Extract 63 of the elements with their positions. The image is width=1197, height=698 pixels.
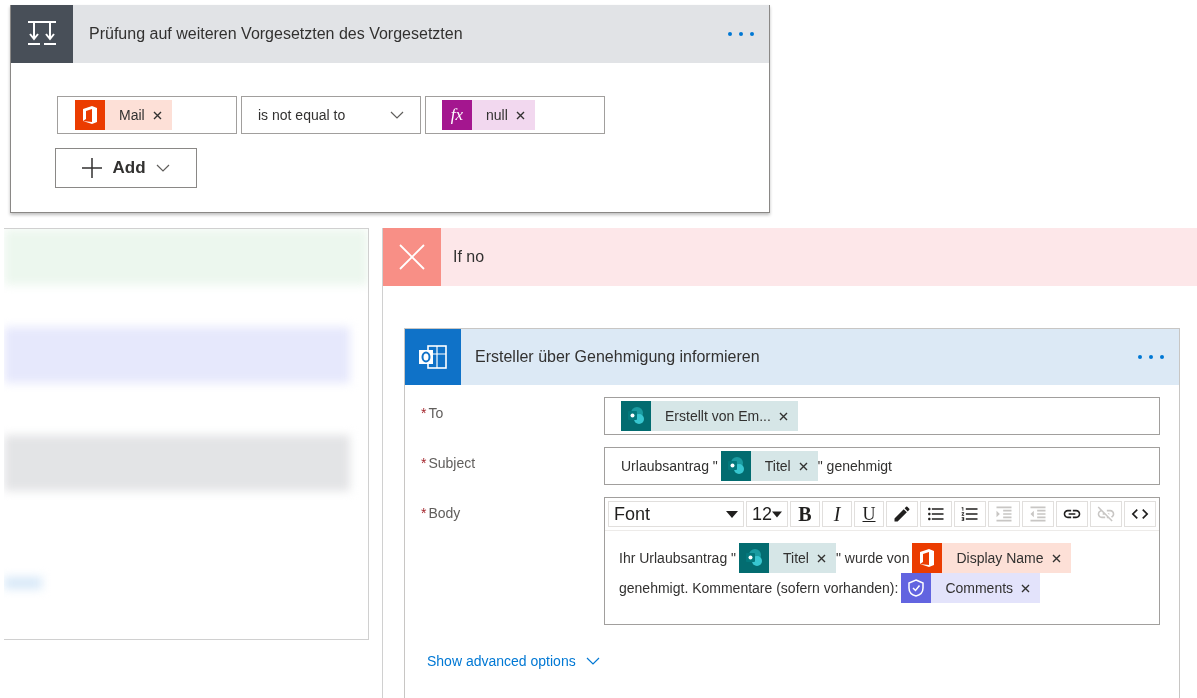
caret-down-icon [726, 510, 738, 518]
field-label: *To [421, 404, 445, 423]
field-label: *Body [421, 504, 462, 523]
numbers-icon [960, 504, 980, 524]
body-text: genehmigt. Kommentare (sofern vorhanden): [619, 580, 900, 596]
dynamic-content-token[interactable]: Titel [720, 451, 818, 481]
font-dropdown[interactable]: Font [608, 501, 744, 527]
condition-value-field[interactable]: fx null [425, 96, 605, 134]
plus-icon [82, 158, 103, 178]
code-button[interactable] [1124, 501, 1156, 527]
remove-icon[interactable] [778, 411, 788, 421]
chevron-down-icon [155, 164, 170, 172]
dynamic-content-token[interactable]: Display Name [912, 543, 1071, 573]
remove-icon[interactable] [816, 553, 826, 563]
bullets-button[interactable] [920, 501, 952, 527]
app-logo-icon [739, 543, 770, 573]
dynamic-content-token[interactable]: fx null [442, 100, 535, 130]
pen-button[interactable] [886, 501, 918, 527]
numbers-button[interactable] [954, 501, 986, 527]
bold-button[interactable]: B [790, 501, 820, 527]
input-field[interactable]: Erstellt von Em... [604, 397, 1160, 435]
dynamic-content-token[interactable]: Erstellt von Em... [621, 401, 798, 431]
underline-button[interactable]: U [854, 501, 884, 527]
app-logo-icon [621, 401, 651, 431]
shield-check-icon [901, 573, 932, 603]
remove-icon[interactable] [798, 461, 808, 471]
outdent-icon [1028, 504, 1048, 524]
app-logo-icon [720, 451, 751, 481]
italic-button[interactable]: I [822, 501, 852, 527]
field-label: *Subject [421, 454, 477, 473]
body-text: " genehmigt [817, 458, 893, 474]
add-button[interactable]: Add [55, 148, 197, 188]
more-options-icon[interactable] [1137, 354, 1165, 360]
body-text: " wurde von [835, 550, 911, 566]
expression-icon: fx [442, 100, 472, 130]
dynamic-content-token[interactable]: Comments [901, 573, 1041, 603]
body-editor[interactable]: Font 12 B I U Ihr Urlaubsantrag " Titel " wurde von Display Name genehmigt. Kommentare (sofern vorhanden): Comments [604, 497, 1160, 625]
input-field[interactable]: Urlaubsantrag " Titel " genehmigt [604, 447, 1160, 485]
link-button[interactable] [1056, 501, 1088, 527]
condition-value-field[interactable]: Mail [57, 96, 237, 134]
card-title: Ersteller über Genehmigung informieren [474, 348, 761, 366]
font-size-dropdown[interactable]: 12 [746, 501, 788, 527]
app-logo-icon [912, 543, 943, 573]
remove-icon[interactable] [1021, 583, 1031, 593]
card-title: Prüfung auf weiteren Vorgesetzten des Vorgesetzten [88, 25, 464, 43]
remove-icon[interactable] [152, 110, 162, 120]
show-advanced-options-link[interactable]: Show advanced options [427, 653, 600, 669]
indent-icon [994, 504, 1014, 524]
chevron-down-icon [390, 111, 404, 119]
remove-icon[interactable] [1051, 553, 1061, 563]
more-options-icon[interactable] [727, 31, 755, 37]
body-text: Ihr Urlaubsantrag " [619, 550, 738, 566]
dynamic-content-token[interactable]: Mail [75, 100, 172, 130]
body-text: Urlaubsantrag " [621, 458, 719, 474]
app-logo-icon [75, 100, 105, 130]
caret-down-icon [772, 510, 782, 518]
operator-dropdown[interactable]: is not equal to [241, 96, 421, 134]
unlink-icon [1096, 504, 1116, 524]
chevron-down-icon [585, 657, 600, 665]
dynamic-content-token[interactable]: Titel [739, 543, 836, 573]
remove-icon[interactable] [515, 110, 525, 120]
pen-icon [892, 504, 912, 524]
branch-title: If no [452, 248, 485, 266]
